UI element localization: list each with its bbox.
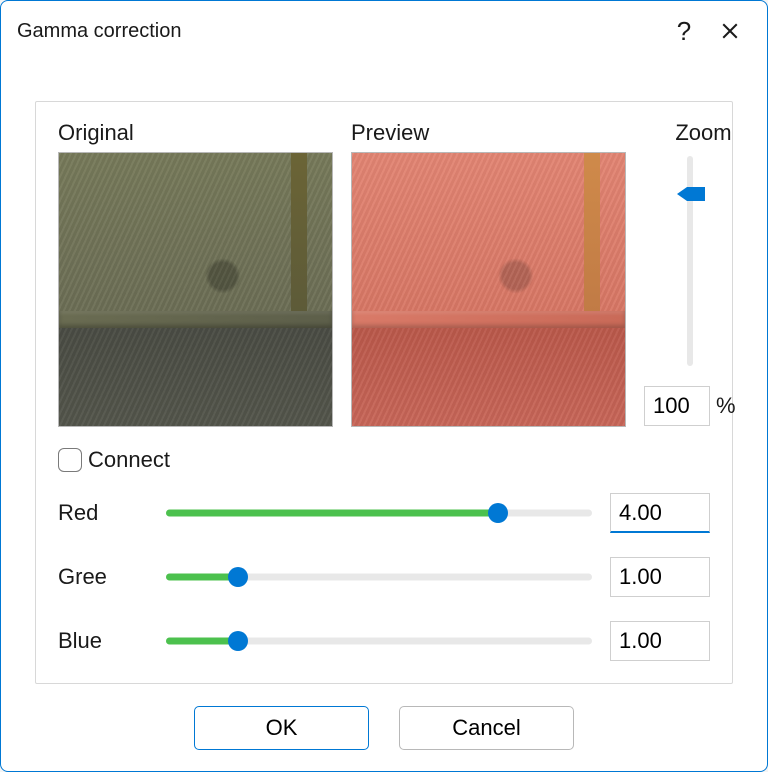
dialog-buttons: OK Cancel [35, 706, 733, 750]
close-button[interactable] [707, 8, 753, 54]
ok-button[interactable]: OK [194, 706, 369, 750]
zoom-label: Zoom [675, 120, 731, 146]
zoom-slider[interactable] [670, 156, 710, 366]
connect-row: Connect [58, 447, 710, 473]
blue-label: Blue [58, 628, 148, 654]
blue-value-input[interactable] [610, 621, 710, 661]
preview-image[interactable] [351, 152, 626, 427]
green-slider-thumb [228, 567, 248, 587]
blue-slider[interactable] [166, 631, 592, 651]
original-image[interactable] [58, 152, 333, 427]
close-icon [721, 22, 739, 40]
preview-texture [352, 153, 625, 426]
gamma-correction-dialog: Gamma correction ? Original Preview [0, 0, 768, 772]
original-texture [59, 153, 332, 426]
titlebar: Gamma correction ? [1, 1, 767, 61]
window-title: Gamma correction [17, 20, 182, 43]
cancel-button[interactable]: Cancel [399, 706, 574, 750]
preview-column: Preview [351, 120, 626, 427]
green-label: Gree [58, 564, 148, 590]
red-value-input[interactable] [610, 493, 710, 533]
blue-slider-thumb [228, 631, 248, 651]
original-column: Original [58, 120, 333, 427]
zoom-percent-label: % [716, 393, 736, 419]
main-panel: Original Preview Zoom [35, 101, 733, 684]
channel-sliders: Red Gree Blue [58, 493, 710, 661]
zoom-thumb-icon [675, 185, 705, 203]
zoom-column: Zoom % [644, 120, 736, 427]
red-slider-thumb [488, 503, 508, 523]
dialog-content: Original Preview Zoom [1, 61, 767, 771]
help-button[interactable]: ? [661, 8, 707, 54]
red-slider[interactable] [166, 503, 592, 523]
red-slider-fill [166, 510, 498, 517]
preview-row: Original Preview Zoom [58, 120, 710, 427]
zoom-value-input[interactable] [644, 386, 710, 426]
red-label: Red [58, 500, 148, 526]
green-slider[interactable] [166, 567, 592, 587]
connect-label: Connect [88, 447, 170, 473]
preview-label: Preview [351, 120, 626, 146]
connect-checkbox[interactable] [58, 448, 82, 472]
green-value-input[interactable] [610, 557, 710, 597]
original-label: Original [58, 120, 333, 146]
help-icon: ? [677, 16, 691, 47]
